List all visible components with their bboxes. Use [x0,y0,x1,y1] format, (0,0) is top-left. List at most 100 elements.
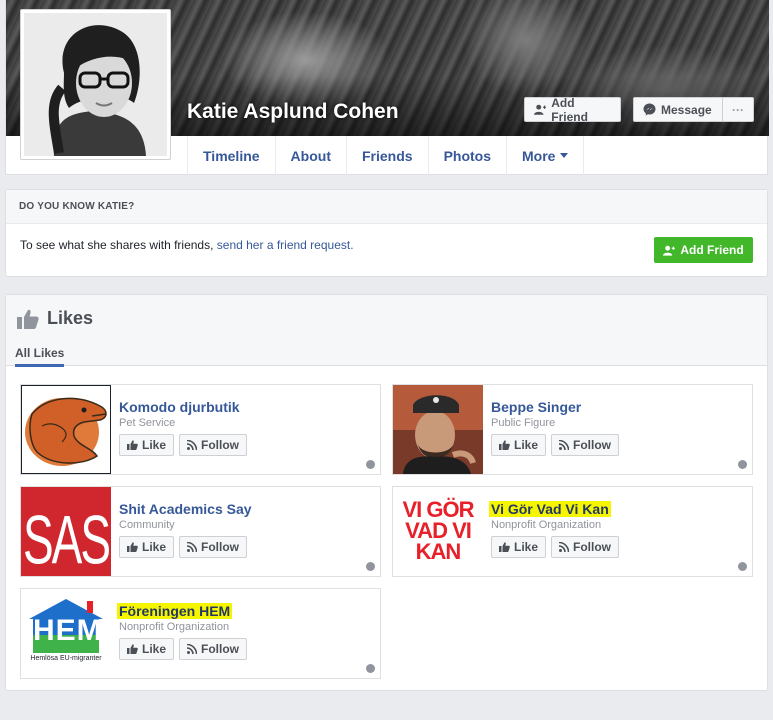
follow-button[interactable]: Follow [179,434,248,456]
do-you-know-heading: DO YOU KNOW KATIE? [6,190,767,224]
follow-button[interactable]: Follow [179,638,248,660]
hem-logo-text: HEM [33,614,103,647]
profile-header: Katie Asplund Cohen Add Friend Message ·… [5,0,769,175]
tab-label: Timeline [203,147,260,164]
tab-all-likes[interactable]: All Likes [15,346,65,367]
like-button-label: Like [514,540,539,554]
likes-title: Likes [17,308,93,329]
follow-button-label: Follow [573,438,612,452]
more-options-button[interactable]: ··· [722,97,754,122]
profile-tabs: Timeline About Friends Photos More [187,136,585,175]
komodo-lizard-illustration [22,386,110,473]
tab-photos[interactable]: Photos [429,136,508,175]
beppe-singer-portrait [393,385,483,474]
person-plus-icon [534,104,547,115]
vgvvk-logo[interactable]: VI GÖR VAD VI KAN [393,487,483,576]
like-item-category: Pet Service [119,417,176,429]
add-friend-green-label: Add Friend [680,243,744,257]
rss-icon [559,440,570,450]
thumbs-up-icon [127,440,138,450]
like-item-actions: Like Follow [119,638,248,660]
like-item-actions: Like Follow [119,536,248,558]
follow-button-label: Follow [201,540,240,554]
follow-button-label: Follow [573,540,612,554]
thumbs-up-icon [17,309,39,329]
tab-label: Photos [443,147,492,164]
profile-name[interactable]: Katie Asplund Cohen [187,100,399,124]
globe-icon [366,664,375,673]
friend-request-prompt: To see what she shares with friends, [20,238,214,252]
rss-icon [187,644,198,654]
follow-button[interactable]: Follow [551,536,620,558]
globe-icon [738,460,747,469]
komodo-logo[interactable] [21,385,111,474]
person-plus-icon [663,245,676,256]
message-button[interactable]: Message [633,97,727,122]
like-button-label: Like [142,540,167,554]
messenger-icon [643,103,656,116]
like-item-name[interactable]: Komodo djurbutik [119,399,240,415]
like-item-beppe-singer: Beppe Singer Public Figure Like Follow [392,384,753,475]
like-item-category: Public Figure [491,417,556,429]
like-item-category: Nonprofit Organization [491,519,602,531]
send-friend-request-link[interactable]: send her a friend request. [217,238,354,252]
like-item-name[interactable]: Föreningen HEM [117,603,233,619]
like-item-komodo: Komodo djurbutik Pet Service Like Follow [20,384,381,475]
likes-title-label: Likes [47,308,94,328]
rss-icon [187,542,198,552]
like-item-name[interactable]: Vi Gör Vad Vi Kan [489,501,611,517]
tab-label: Friends [361,147,413,164]
tab-timeline[interactable]: Timeline [187,136,276,175]
likes-header: Likes All Likes [6,295,767,367]
thumbs-up-icon [127,542,138,552]
tab-more[interactable]: More [507,136,585,175]
like-button-label: Like [142,642,167,656]
add-friend-label: Add Friend [551,95,588,124]
like-button[interactable]: Like [491,536,547,558]
like-button[interactable]: Like [491,434,547,456]
like-item-actions: Like Follow [119,434,248,456]
sas-logo-text: SAS [22,500,111,576]
follow-button-label: Follow [201,438,240,452]
like-item-name[interactable]: Beppe Singer [491,399,581,415]
sas-logo[interactable]: SAS [21,487,111,576]
like-button-label: Like [514,438,539,452]
like-button[interactable]: Like [119,434,175,456]
like-item-name[interactable]: Shit Academics Say [119,501,252,517]
like-item-actions: Like Follow [491,536,620,558]
like-button-label: Like [142,438,167,452]
like-item-foreningen-hem: HEM Hemlösa EU-migranter Föreningen HEM … [20,588,381,679]
thumbs-up-icon [499,440,510,450]
do-you-know-text: To see what she shares with friends, sen… [20,238,354,252]
add-friend-green-button[interactable]: Add Friend [654,237,753,263]
profile-picture[interactable] [20,9,171,160]
like-button[interactable]: Like [119,638,175,660]
tab-about[interactable]: About [276,136,347,175]
globe-icon [366,562,375,571]
add-friend-button[interactable]: Add Friend [524,95,621,124]
do-you-know-card: DO YOU KNOW KATIE? To see what she share… [5,189,768,277]
vgvvk-logo-line: KAN [415,538,462,564]
thumbs-up-icon [127,644,138,654]
tab-friends[interactable]: Friends [347,136,429,175]
like-button[interactable]: Like [119,536,175,558]
like-item-shit-academics-say: SAS Shit Academics Say Community Like Fo… [20,486,381,577]
beppe-singer-photo[interactable] [393,385,483,474]
tab-label: More [522,147,556,164]
follow-button[interactable]: Follow [179,536,248,558]
like-item-actions: Like Follow [491,434,620,456]
rss-icon [559,542,570,552]
follow-button[interactable]: Follow [551,434,620,456]
thumbs-up-icon [499,542,510,552]
caret-down-icon [560,153,569,158]
avatar-illustration [24,13,167,156]
tab-label: About [290,147,331,164]
hem-logo[interactable]: HEM Hemlösa EU-migranter [21,589,111,678]
like-item-category: Community [119,519,175,531]
rss-icon [187,440,198,450]
more-options-icon: ··· [732,102,744,117]
hem-logo-caption: Hemlösa EU-migranter [30,655,102,662]
like-item-category: Nonprofit Organization [119,621,230,633]
globe-icon [738,562,747,571]
globe-icon [366,460,375,469]
